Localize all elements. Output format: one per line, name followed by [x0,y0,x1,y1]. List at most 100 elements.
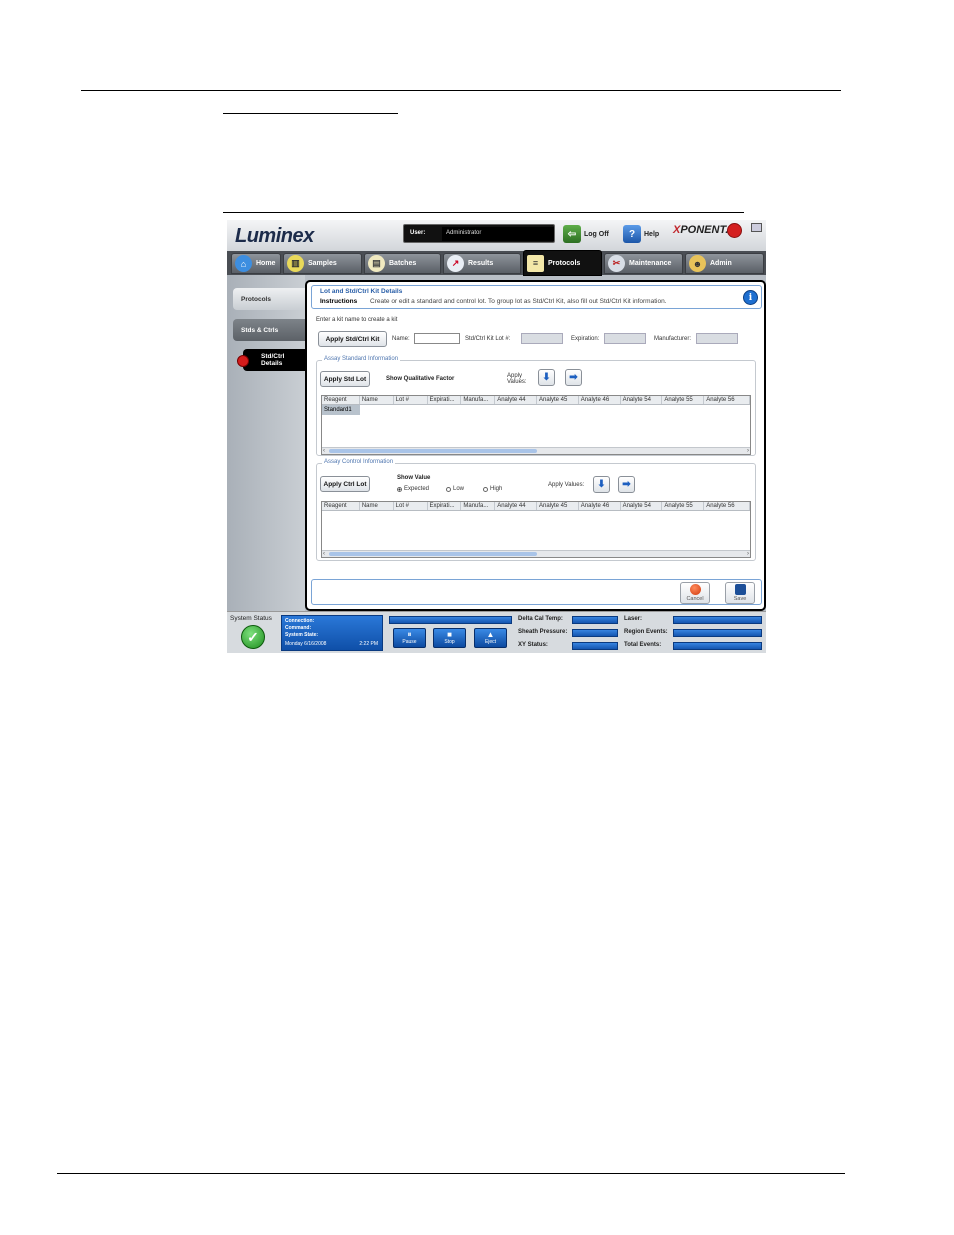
column-header[interactable]: Analyte 46 [579,502,621,510]
stop-icon: ■ [447,630,452,639]
column-header[interactable]: Analyte 55 [662,396,705,404]
connection-label: Connection: [285,618,315,624]
scroll-right-icon[interactable]: › [747,448,749,454]
tab-home[interactable]: ⌂ Home [231,253,281,274]
scroll-right-icon[interactable]: › [747,551,749,557]
admin-icon: ☻ [689,255,706,272]
standard-grid-scrollbar[interactable]: ‹ › [322,447,750,454]
pause-label: Pause [402,639,417,645]
main-tabs: ⌂ Home ▥ Samples ▤ Batches ↗ Results ≡ P… [227,250,766,276]
tab-maintenance[interactable]: ✂ Maintenance [604,253,683,274]
help-icon: ? [623,225,641,243]
column-header[interactable]: Analyte 55 [662,502,705,510]
radio-selected-icon [397,486,402,492]
info-icon[interactable]: i [743,290,758,305]
sheath-pressure-indicator [572,629,618,637]
manufacturer-label: Manufacturer: [654,336,692,342]
apply-right-arrow-icon[interactable]: ➡ [565,369,582,386]
column-header[interactable]: Manufa... [461,502,496,510]
delta-cal-temp-label: Delta Cal Temp: [518,616,563,622]
column-header[interactable]: Analyte 54 [621,396,663,404]
expiration-field[interactable] [604,333,646,344]
details-panel: Lot and Std/Ctrl Kit Details Instruction… [305,280,766,611]
reagent-cell[interactable]: Standard1 [322,405,360,415]
tab-label: Results [468,260,494,267]
batches-icon: ▤ [368,255,385,272]
column-header[interactable]: Analyte 45 [537,396,579,404]
manufacturer-field[interactable] [696,333,738,344]
apply-ctrl-lot-button[interactable]: Apply Ctrl Lot [320,476,370,492]
status-time: 2:22 PM [359,641,378,647]
laser-indicator [673,616,762,624]
instructions-text: Create or edit a standard and control lo… [370,298,667,305]
apply-kit-button[interactable]: Apply Std/Ctrl Kit [318,331,387,347]
window-menu-icon[interactable] [751,223,762,232]
column-header[interactable]: Reagent [322,502,360,510]
column-header[interactable]: Manufa... [461,396,496,404]
scroll-thumb[interactable] [329,449,537,453]
sidebar-item-stds-ctrls[interactable]: Stds & Ctrls [233,319,305,341]
delta-cal-temp-indicator [572,616,618,624]
apply-down-arrow-icon[interactable]: ⬇ [593,476,610,493]
column-header[interactable]: Expirati... [428,502,462,510]
stop-button[interactable]: ■ Stop [433,628,466,648]
scroll-thumb[interactable] [329,552,537,556]
name-label: Name: [392,336,410,342]
scroll-left-icon[interactable]: ‹ [323,551,325,557]
save-icon [734,584,746,595]
checkmark-icon[interactable]: ✓ [241,625,265,649]
radio-low[interactable]: Low [446,486,464,492]
column-header[interactable]: Analyte 56 [704,396,750,404]
xy-status-label: XY Status: [518,642,548,648]
scroll-left-icon[interactable]: ‹ [323,448,325,454]
column-header[interactable]: Analyte 56 [704,502,750,510]
name-field[interactable] [414,333,460,344]
control-group: Assay Control Information Apply Ctrl Lot… [316,459,756,561]
standard-grid: Reagent Name Lot # Expirati... Manufa...… [321,395,751,455]
column-header[interactable]: Name [360,502,394,510]
expiration-label: Expiration: [571,336,600,342]
total-events-indicator [673,642,762,650]
apply-down-arrow-icon[interactable]: ⬇ [538,369,555,386]
sidebar-item-protocols[interactable]: Protocols [233,288,305,310]
column-header[interactable]: Analyte 44 [495,502,537,510]
column-header[interactable]: Lot # [394,396,428,404]
logoff-label: Log Off [584,230,609,238]
kit-lot-label: Std/Ctrl Kit Lot #: [465,336,511,342]
column-header[interactable]: Analyte 45 [537,502,579,510]
radio-high[interactable]: High [483,486,502,492]
pause-button[interactable]: ⏸ Pause [393,628,426,648]
column-header[interactable]: Analyte 44 [495,396,537,404]
tab-protocols[interactable]: ≡ Protocols [523,250,602,276]
apply-std-lot-button[interactable]: Apply Std Lot [320,371,370,387]
eject-button[interactable]: ▲ Eject [474,628,507,648]
apply-right-arrow-icon[interactable]: ➡ [618,476,635,493]
column-header[interactable]: Name [360,396,394,404]
tab-batches[interactable]: ▤ Batches [364,253,441,274]
apply-values-label: Apply Values: [507,373,527,385]
show-qualitative-factor-label: Show Qualitative Factor [386,376,455,382]
cancel-button[interactable]: Cancel [680,582,710,604]
column-header[interactable]: Analyte 46 [579,396,621,404]
sidebar-item-std-ctrl-details[interactable]: Std/Ctrl Details [243,349,305,371]
help-button[interactable]: ? Help [623,224,659,244]
app-header: Luminex User: Administrator ⇦ Log Off ? … [227,220,766,251]
column-header[interactable]: Reagent [322,396,360,404]
save-button[interactable]: Save [725,582,755,604]
eject-icon: ▲ [486,630,495,639]
logoff-button[interactable]: ⇦ Log Off [563,224,609,244]
column-header[interactable]: Expirati... [428,396,462,404]
tab-results[interactable]: ↗ Results [443,253,521,274]
kit-lot-field[interactable] [521,333,563,344]
table-row[interactable]: Standard1 [322,405,750,415]
pause-icon: ⏸ [407,630,412,639]
tab-samples[interactable]: ▥ Samples [283,253,362,274]
radio-expected[interactable]: Expected [397,486,429,492]
system-state-label: System State: [285,632,319,638]
progress-bar [389,616,512,624]
column-header[interactable]: Analyte 54 [621,502,663,510]
tab-admin[interactable]: ☻ Admin [685,253,764,274]
column-header[interactable]: Lot # [394,502,428,510]
help-label: Help [644,230,660,238]
control-grid-scrollbar[interactable]: ‹ › [322,550,750,557]
